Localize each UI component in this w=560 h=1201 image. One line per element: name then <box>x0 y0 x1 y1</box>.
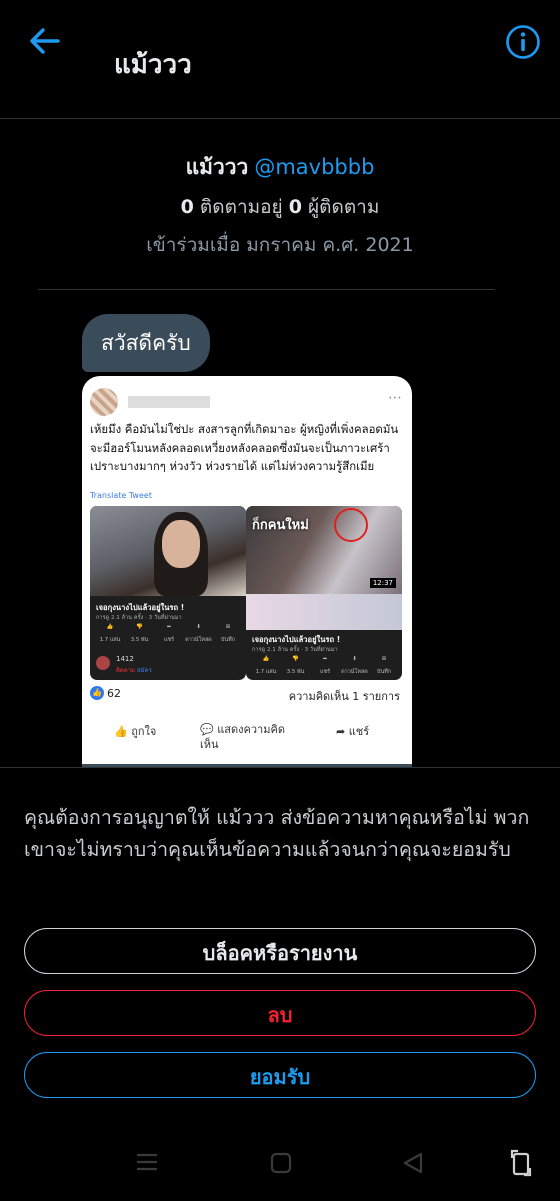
like-stat: 👍 1.7 แสน <box>252 656 280 676</box>
video-thumbnail-lower <box>246 594 402 630</box>
download-icon: ⬇ <box>196 624 201 630</box>
thumb-up-icon: 👍 <box>106 624 114 630</box>
following-count: 0 <box>180 196 194 218</box>
video-thumbnail <box>90 506 246 596</box>
delete-button[interactable]: ลบ <box>24 990 536 1036</box>
followers-label: ผู้ติดตาม <box>308 196 380 218</box>
message-bubble: สวัสดีครับ <box>82 314 210 372</box>
rotate-icon[interactable] <box>508 1148 534 1178</box>
like-stat: 👍 1.7 แสน <box>96 624 124 644</box>
dislike-stat: 👎 3.5 พัน <box>126 624 154 644</box>
video-subtitle: การดู 2.1 ล้าน ครั้ง · 3 วันที่ผ่านมา <box>252 647 338 653</box>
follow-stats: 0 ติดตามอยู่ 0 ผู้ติดตาม <box>0 192 560 222</box>
download-icon: ⬇ <box>352 656 357 662</box>
divider <box>38 289 495 290</box>
followers-stat[interactable]: 0 ผู้ติดตาม <box>289 196 380 218</box>
share-icon: ➦ <box>166 624 172 630</box>
joined-date: เข้าร่วมเมื่อ มกราคม ค.ศ. 2021 <box>146 234 414 256</box>
thumb-down-icon: 👎 <box>292 656 299 662</box>
top-bar: แม้ววว <box>0 0 560 119</box>
download-stat: ⬇ ดาวน์โหลด <box>341 656 368 675</box>
channel-follow: ติดตาม สมัคร <box>116 667 152 674</box>
video-card: เจอกุงนางไปแล้วอยู่ในรถ ! การดู 2.1 ล้าน… <box>90 506 246 680</box>
save-icon: ⊞ <box>225 624 231 630</box>
post-comment-action: 💬 แสดงความคิดเห็น <box>200 723 285 751</box>
followers-count: 0 <box>288 196 302 218</box>
translate-link: Translate Tweet <box>90 491 152 500</box>
following-label: ติดตามอยู่ <box>199 196 283 218</box>
system-nav-bar <box>0 1130 560 1200</box>
dislike-stat: 👎 3.5 พัน <box>282 656 310 676</box>
profile-name-line: แม้ววว @mavbbbb <box>0 150 560 184</box>
thumb-up-icon: 👍 <box>114 725 128 738</box>
request-prompt: คุณต้องการอนุญาตให้ แม้ววว ส่งข้อความหาค… <box>24 806 530 861</box>
video-title: เจอกุงนางไปแล้วอยู่ในรถ ! <box>252 635 341 644</box>
post-reactions: 👍 62 ความคิดเห็น 1 รายการ <box>90 686 404 708</box>
post-share-action: ➦ แชร์ <box>336 725 370 738</box>
video-actions: 👍 1.7 แสน 👎 3.5 พัน ➦ แชร์ ⬇ ดาวน์โหลด ⊞ บันท… <box>96 624 242 644</box>
following-stat[interactable]: 0 ติดตามอยู่ <box>181 196 283 218</box>
save-stat: ⊞ บันทึก <box>370 656 398 676</box>
avatar <box>90 388 118 416</box>
post-like-action: 👍 ถูกใจ <box>114 725 157 738</box>
accept-button[interactable]: ยอมรับ <box>24 1052 536 1098</box>
video-duration: 12:37 <box>369 578 396 588</box>
video-title: เจอกุงนางไปแล้วอยู่ในรถ ! <box>96 603 185 612</box>
share-icon: ➦ <box>336 725 346 738</box>
post-header: ⋯ <box>90 384 410 418</box>
like-count: 62 <box>107 686 121 700</box>
share-icon: ➦ <box>322 656 328 662</box>
circle-annotation <box>334 508 368 542</box>
video-actions: 👍 1.7 แสน 👎 3.5 พัน ➦ แชร์ ⬇ ดาวน์โหลด ⊞ บันท… <box>252 656 398 676</box>
video-overlay-text: ก็กคนใหม่ <box>252 518 309 533</box>
comment-icon: 💬 <box>200 723 214 736</box>
like-icon: 👍 <box>90 686 104 700</box>
download-stat: ⬇ ดาวน์โหลด <box>185 624 212 643</box>
channel-avatar <box>96 656 110 670</box>
save-icon: ⊞ <box>381 656 387 662</box>
video-subtitle: การดู 2.1 ล้าน ครั้ง · 3 วันที่ผ่านมา <box>96 615 182 621</box>
blurred-name <box>128 396 210 408</box>
post-actions: 👍 ถูกใจ 💬 แสดงความคิดเห็น ➦ แชร์ <box>90 718 404 758</box>
post-text: เห้ยมึง คือมันไม่ใช่ปะ สงสารลูกที่เกิดมา… <box>90 422 399 473</box>
page-title: แม้ววว <box>114 50 192 80</box>
info-icon[interactable] <box>505 24 541 60</box>
channel-subs: 1412 <box>116 655 134 663</box>
share-stat: ➦ แชร์ <box>155 624 183 644</box>
thumb-down-icon: 👎 <box>136 624 143 630</box>
save-stat: ⊞ บันทึก <box>214 624 242 644</box>
arrow-left-icon[interactable] <box>28 26 62 56</box>
profile-summary: แม้ววว @mavbbbb 0 ติดตามอยู่ 0 ผู้ติดตาม … <box>0 150 560 260</box>
back-triangle-icon[interactable] <box>402 1152 424 1174</box>
home-square-icon[interactable] <box>270 1152 292 1174</box>
block-report-button[interactable]: บล็อคหรือรายงาน <box>24 928 536 974</box>
profile-handle[interactable]: @mavbbbb <box>254 155 374 179</box>
share-stat: ➦ แชร์ <box>311 656 339 676</box>
menu-icon[interactable] <box>136 1152 158 1172</box>
more-icon: ⋯ <box>388 390 402 406</box>
message-image[interactable]: ⋯ เห้ยมึง คือมันไม่ใช่ปะ สงสารลูกที่เกิด… <box>82 376 412 768</box>
thumb-up-icon: 👍 <box>262 656 270 662</box>
comment-count: ความคิดเห็น 1 รายการ <box>288 690 400 703</box>
profile-name[interactable]: แม้ววว <box>186 155 249 179</box>
video-card: ก็กคนใหม่ 12:37 เจอกุงนางไปแล้วอยู่ในรถ … <box>246 506 402 680</box>
